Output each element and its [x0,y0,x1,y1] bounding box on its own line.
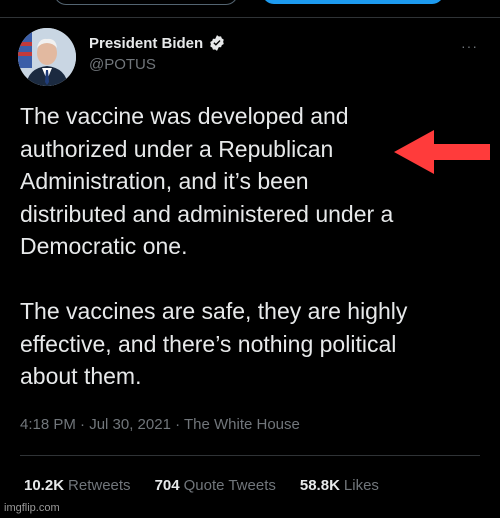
top-divider [0,17,500,18]
top-left-button[interactable] [54,0,238,5]
avatar[interactable] [18,28,76,86]
quote-tweets-label: Quote Tweets [183,477,276,494]
watermark: imgflip.com [4,502,60,514]
quote-tweets-count: 704 [154,477,180,494]
avatar-portrait [18,28,76,86]
tweet-meta[interactable]: 4:18 PM · Jul 30, 2021 · The White House [20,416,300,433]
retweets-label: Retweets [68,477,131,494]
likes-label: Likes [343,477,379,494]
red-arrow-icon [394,130,490,174]
verified-badge-icon [208,34,226,52]
retweets-count: 10.2K [24,477,65,494]
stats-divider-top [20,455,480,456]
tweet-stats: 10.2K Retweets 704 Quote Tweets 58.8K Likes [24,477,379,494]
quote-tweets-stat[interactable]: 704 Quote Tweets [155,477,276,494]
author-name[interactable]: President Biden [89,35,203,52]
likes-count: 58.8K [299,477,340,494]
retweets-stat[interactable]: 10.2K Retweets [24,477,131,494]
top-buttons [0,0,500,16]
likes-stat[interactable]: 58.8K Likes [300,477,379,494]
more-options-icon[interactable]: ··· [461,38,478,54]
author-handle[interactable]: @POTUS [89,56,226,73]
author-block: President Biden @POTUS [89,34,226,73]
top-right-button[interactable] [262,0,444,4]
